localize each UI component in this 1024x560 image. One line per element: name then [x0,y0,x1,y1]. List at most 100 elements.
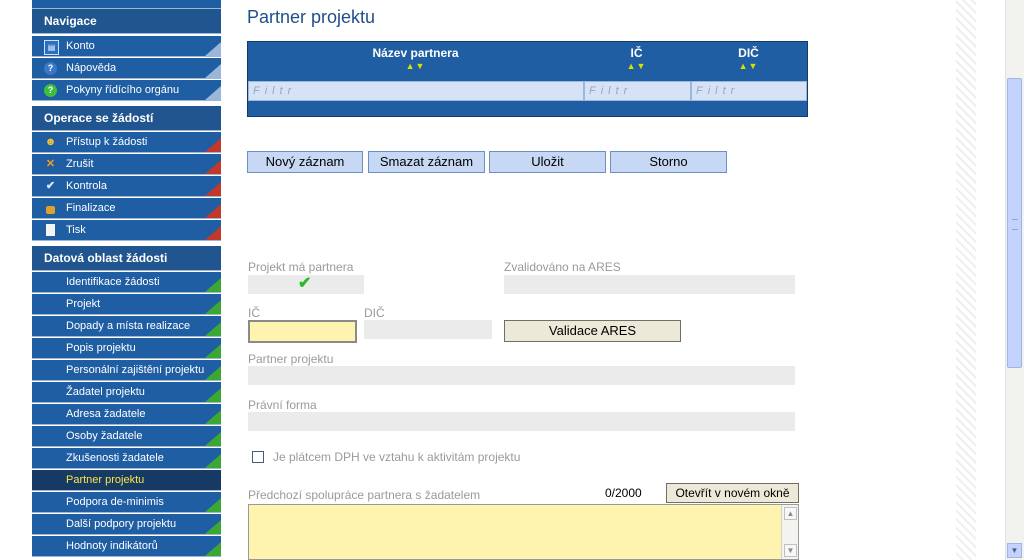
section-title-datova-oblast: Datová oblast žádosti [32,246,221,271]
legal-form-label: Právní forma [248,398,317,412]
sidebar-item-identifikace[interactable]: Identifikace žádosti [32,272,221,293]
sidebar-item-personalni[interactable]: Personální zajištění projektu [32,360,221,381]
page-title: Partner projektu [247,7,376,27]
ic-label: IČ [248,306,260,320]
sidebar-item-label: Nápověda [66,62,117,74]
corner-indicator [205,86,221,100]
corner-indicator [205,344,221,358]
page-scrollbar[interactable]: ▼ [1005,0,1024,560]
open-new-window-button[interactable]: Otevřít v novém okně [666,483,799,503]
print-icon [46,224,55,236]
sidebar-item-label: Adresa žadatele [66,408,146,420]
sidebar-item-label: Osoby žadatele [66,430,143,442]
sidebar-item-adresa[interactable]: Adresa žadatele [32,404,221,425]
sidebar-item-dalsi-podpory[interactable]: Další podpory projektu [32,514,221,535]
corner-indicator [205,322,221,336]
sidebar-item-osoby[interactable]: Osoby žadatele [32,426,221,447]
decorative-hatch [956,0,976,560]
sidebar-item-zadatel[interactable]: Žadatel projektu [32,382,221,403]
vat-payer-checkbox[interactable] [252,451,264,463]
sidebar-item-label: Další podpory projektu [66,518,177,530]
scroll-down-arrow-icon[interactable]: ▼ [1007,543,1022,558]
sidebar-item-label: Personální zajištění projektu [66,364,205,376]
validated-ares-label: Zvalidováno na ARES [504,260,621,274]
sidebar-item-de-minimis[interactable]: Podpora de-minimis [32,492,221,513]
column-header-label: IČ [630,46,643,60]
sidebar-item-label: Pokyny řídícího orgánu [66,84,180,96]
sidebar-item-zrusit[interactable]: ✕ Zrušit [32,154,221,175]
sidebar-item-kontrola[interactable]: ✔ Kontrola [32,176,221,197]
sidebar-item-indikatory[interactable]: Hodnoty indikátorů [32,536,221,557]
scrollbar-thumb[interactable] [1007,78,1022,368]
sidebar-item-label: Projekt [66,298,101,310]
sidebar-item-pristup[interactable]: ☻ Přístup k žádosti [32,132,221,153]
sidebar-item-konto[interactable]: ▤ Konto [32,36,221,57]
sidebar-item-label: Přístup k žádosti [66,136,148,148]
validate-ares-button[interactable]: Validace ARES [504,320,681,342]
sidebar-item-partner[interactable]: Partner projektu [32,470,221,491]
filter-dic-input[interactable]: Filtr [691,81,807,101]
column-header-dic[interactable]: DIČ ▲▼ [690,46,807,72]
sidebar-item-zkusenosti[interactable]: Zkušenosti žadatele [32,448,221,469]
dic-label: DIČ [364,306,385,320]
scroll-up-icon[interactable]: ▲ [784,507,797,520]
help-icon: ? [44,62,57,75]
corner-indicator [205,182,221,196]
column-header-label: Název partnera [372,46,459,60]
sidebar-top-edge [32,0,221,9]
sidebar-item-napoveda[interactable]: ? Nápověda [32,58,221,79]
new-record-button[interactable]: Nový záznam [247,151,363,173]
corner-indicator [205,300,221,314]
corner-indicator [205,542,221,556]
sidebar-item-label: Podpora de-minimis [66,496,164,508]
sidebar-item-label: Partner projektu [66,474,145,486]
column-header-name[interactable]: Název partnera ▲▼ [248,46,583,72]
sort-arrows-icon[interactable]: ▲▼ [690,60,807,72]
filter-name-input[interactable]: Filtr [248,81,584,101]
account-icon: ▤ [44,40,59,55]
corner-indicator [205,138,221,152]
textarea-scrollbar[interactable]: ▲ ▼ [781,505,798,559]
scrollbar-grip [1012,219,1018,230]
sidebar-item-projekt[interactable]: Projekt [32,294,221,315]
sidebar-item-label: Hodnoty indikátorů [66,540,158,552]
users-icon: ☻ [44,136,57,148]
column-header-ic[interactable]: IČ ▲▼ [583,46,690,72]
cooperation-textarea[interactable]: ▲ ▼ [248,504,799,560]
save-button[interactable]: Uložit [489,151,606,173]
filter-ic-input[interactable]: Filtr [584,81,691,101]
cooperation-label: Předchozí spolupráce partnera s žadatele… [248,488,481,502]
sort-arrows-icon[interactable]: ▲▼ [583,60,690,72]
corner-indicator [205,42,221,56]
sidebar-item-label: Finalizace [66,202,116,214]
corner-indicator [205,204,221,218]
cancel-button[interactable]: Storno [610,151,727,173]
corner-indicator [205,498,221,512]
sidebar-item-finalizace[interactable]: Finalizace [32,198,221,219]
sidebar-item-tisk[interactable]: Tisk [32,220,221,241]
ic-input[interactable] [248,320,357,343]
legal-form-field [248,412,795,431]
sort-arrows-icon[interactable]: ▲▼ [248,60,583,72]
cancel-icon: ✕ [45,158,56,170]
corner-indicator [205,388,221,402]
checkmark-icon: ✔ [45,180,56,192]
sidebar-item-pokyny[interactable]: ? Pokyny řídícího orgánu [32,80,221,101]
delete-record-button[interactable]: Smazat záznam [368,151,485,173]
partner-grid: Název partnera ▲▼ IČ ▲▼ DIČ ▲▼ Filtr Fil… [247,41,808,117]
has-partner-label: Projekt má partnera [248,260,354,274]
sidebar-item-popis[interactable]: Popis projektu [32,338,221,359]
sidebar-item-label: Identifikace žádosti [66,276,160,288]
lock-icon [46,206,55,214]
dic-field [364,320,492,339]
corner-indicator [205,366,221,380]
sidebar-item-label: Zkušenosti žadatele [66,452,164,464]
guidelines-icon: ? [44,84,57,97]
scroll-down-icon[interactable]: ▼ [784,544,797,557]
sidebar-item-label: Konto [66,40,95,52]
corner-indicator [205,410,221,424]
sidebar-item-dopady[interactable]: Dopady a místa realizace [32,316,221,337]
column-header-label: DIČ [738,46,759,60]
sidebar-item-label: Kontrola [66,180,107,192]
section-title-operace: Operace se žádostí [32,106,221,131]
